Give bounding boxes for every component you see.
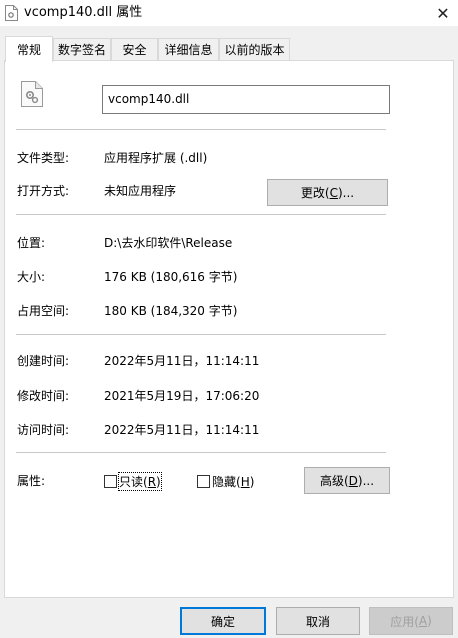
file-type-value: 应用程序扩展 (.dll) <box>104 151 208 165</box>
tab-details[interactable]: 详细信息 <box>158 38 219 60</box>
general-panel <box>4 60 454 598</box>
tab-security[interactable]: 安全 <box>111 38 158 60</box>
separator <box>16 129 386 130</box>
change-button-text: 更改( <box>300 186 330 200</box>
accessed-value: 2022年5月11日，11:14:11 <box>104 423 260 437</box>
separator <box>16 214 386 215</box>
created-label: 创建时间: <box>17 354 70 368</box>
created-value: 2022年5月11日，11:14:11 <box>104 354 260 368</box>
apply-button[interactable]: 应用(A) <box>369 607 453 635</box>
separator <box>16 334 386 335</box>
cancel-button-text: 取消 <box>305 614 330 629</box>
tab-general[interactable]: 常规 <box>5 36 53 62</box>
opens-with-value: 未知应用程序 <box>104 184 177 198</box>
size-label: 大小: <box>17 270 46 284</box>
attributes-label: 属性: <box>17 474 46 488</box>
location-value: D:\去水印软件\Release <box>104 236 233 250</box>
advanced-button-suffix: )... <box>357 473 375 488</box>
hidden-checkbox[interactable] <box>197 475 210 488</box>
window-title: vcomp140.dll 属性 <box>24 5 143 20</box>
location-label: 位置: <box>17 236 46 250</box>
advanced-button-text: 高级( <box>319 474 349 488</box>
hidden-label[interactable]: 隐藏(H) <box>212 473 254 490</box>
accessed-label: 访问时间: <box>17 423 70 437</box>
change-button-mnemonic: C <box>329 185 338 200</box>
tab-label: 详细信息 <box>164 43 213 57</box>
tab-digital-signatures[interactable]: 数字签名 <box>53 38 111 60</box>
hidden-suffix: ) <box>249 475 255 489</box>
modified-value: 2021年5月19日，17:06:20 <box>104 389 260 403</box>
change-button-suffix: )... <box>337 185 355 200</box>
hidden-mnemonic: H <box>240 475 250 489</box>
close-button[interactable]: ✕ <box>428 0 458 26</box>
dll-file-icon <box>5 5 18 21</box>
change-button[interactable]: 更改(C)... <box>267 179 388 206</box>
apply-button-mnemonic: A <box>418 614 428 628</box>
readonly-text: 只读( <box>119 475 148 489</box>
ok-button[interactable]: 确定 <box>180 607 266 635</box>
readonly-checkbox[interactable] <box>104 475 117 488</box>
file-name-input[interactable]: vcomp140.dll <box>102 85 390 114</box>
advanced-button-mnemonic: D <box>348 473 358 488</box>
size-on-disk-value: 180 KB (184,320 字节) <box>104 304 238 318</box>
dll-file-gear-icon <box>21 81 43 107</box>
cancel-button[interactable]: 取消 <box>276 607 360 635</box>
advanced-button[interactable]: 高级(D)... <box>304 467 390 494</box>
tab-label: 常规 <box>16 43 41 57</box>
apply-button-text: 应用( <box>390 614 419 629</box>
readonly-mnemonic: R <box>147 475 157 489</box>
close-icon: ✕ <box>436 3 450 23</box>
size-value: 176 KB (180,616 字节) <box>104 270 238 284</box>
readonly-label[interactable]: 只读(R) <box>118 472 162 491</box>
tab-label: 数字签名 <box>57 43 106 57</box>
modified-label: 修改时间: <box>17 389 70 403</box>
opens-with-label: 打开方式: <box>17 184 70 198</box>
readonly-suffix: ) <box>156 475 161 489</box>
file-type-label: 文件类型: <box>17 151 70 165</box>
separator <box>16 452 386 453</box>
hidden-text: 隐藏( <box>212 475 241 489</box>
tab-label: 安全 <box>122 43 147 57</box>
tab-label: 以前的版本 <box>224 43 285 57</box>
apply-button-suffix: ) <box>427 614 432 628</box>
size-on-disk-label: 占用空间: <box>17 304 70 318</box>
tab-previous-versions[interactable]: 以前的版本 <box>219 38 290 60</box>
ok-button-text: 确定 <box>210 614 235 629</box>
